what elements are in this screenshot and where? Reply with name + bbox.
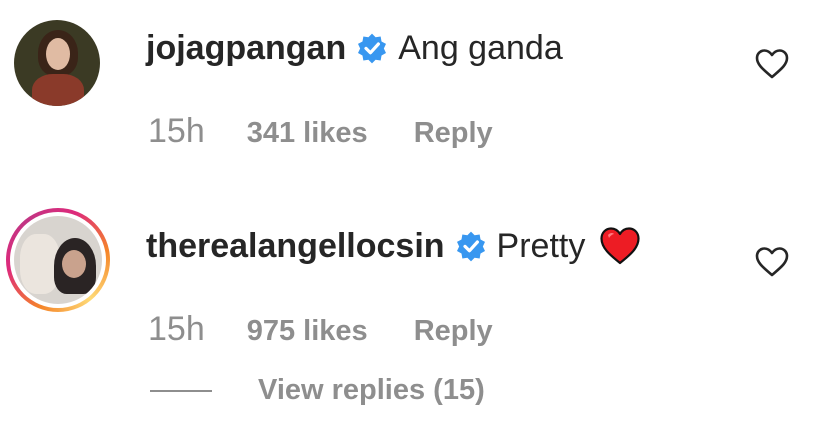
comment-item: jojagpangan Ang ganda 15h 341 likes Repl… <box>0 0 834 180</box>
username-link[interactable]: therealangellocsin <box>146 227 445 266</box>
comment-item: therealangellocsin Pretty 15h 975 likes … <box>0 200 834 438</box>
verified-badge-icon <box>358 33 387 64</box>
view-replies-button[interactable]: View replies (15) <box>150 374 485 407</box>
divider <box>150 389 212 392</box>
avatar[interactable] <box>14 216 102 304</box>
username-link[interactable]: jojagpangan <box>146 29 346 68</box>
comment-meta: 15h 975 likes Reply <box>148 310 493 349</box>
heart-outline-icon[interactable] <box>754 48 790 80</box>
view-replies-label[interactable]: View replies (15) <box>258 374 485 407</box>
heart-outline-icon[interactable] <box>754 246 790 278</box>
red-heart-emoji <box>600 227 640 265</box>
comment-text: Pretty <box>496 226 586 265</box>
comment-meta: 15h 341 likes Reply <box>148 112 493 151</box>
comment-text: Ang ganda <box>398 28 563 67</box>
likes-count[interactable]: 975 likes <box>247 315 368 348</box>
avatar[interactable] <box>14 20 100 106</box>
reply-button[interactable]: Reply <box>414 117 493 150</box>
comment-body: jojagpangan Ang ganda <box>146 26 563 70</box>
verified-badge-icon <box>456 231 485 262</box>
likes-count[interactable]: 341 likes <box>247 117 368 150</box>
timestamp[interactable]: 15h <box>148 112 205 151</box>
comment-body: therealangellocsin Pretty <box>146 224 641 268</box>
timestamp[interactable]: 15h <box>148 310 205 349</box>
reply-button[interactable]: Reply <box>414 315 493 348</box>
